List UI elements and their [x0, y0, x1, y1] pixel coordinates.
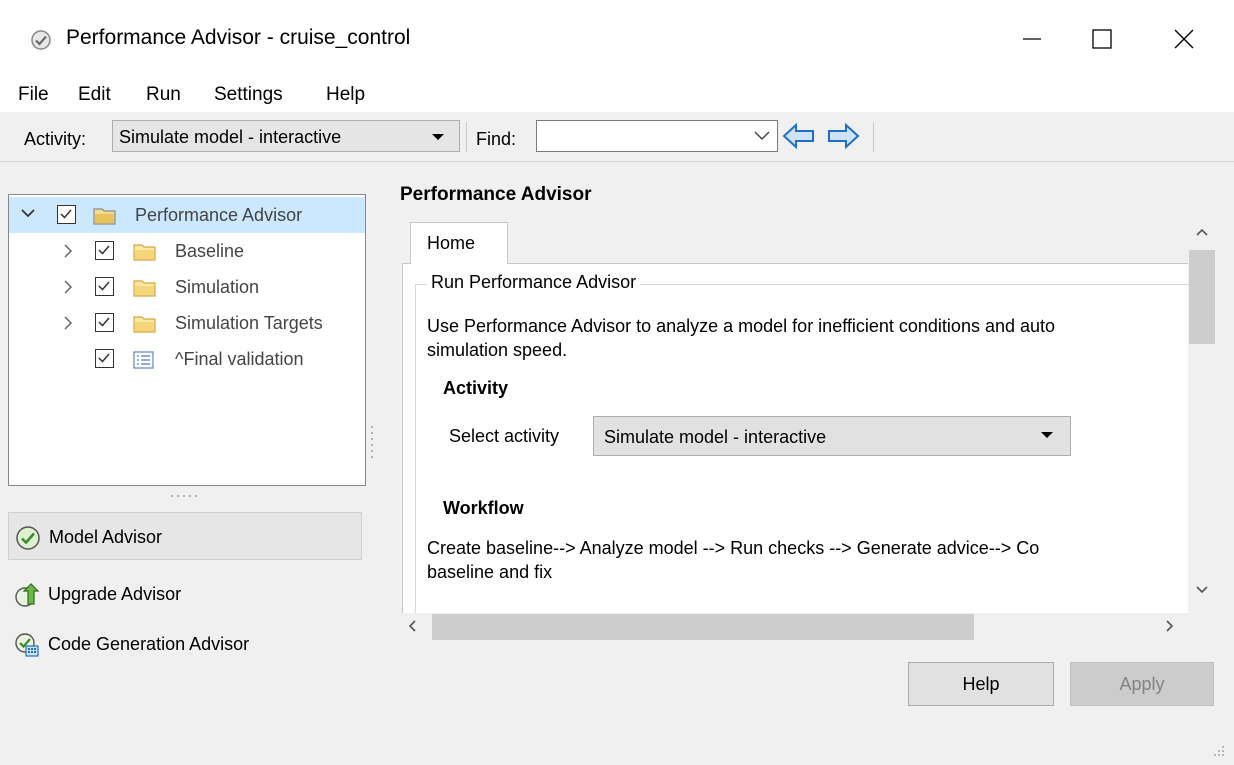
- chevron-down-icon[interactable]: [21, 208, 35, 218]
- toolbar: Activity: Simulate model - interactive F…: [0, 112, 1234, 162]
- find-input[interactable]: [536, 120, 778, 152]
- window-title: Performance Advisor - cruise_control: [66, 26, 411, 49]
- dropdown-arrow-icon: [1040, 431, 1054, 439]
- tab-label: Home: [427, 233, 476, 253]
- content-pane: Run Performance Advisor Use Performance …: [402, 263, 1188, 613]
- menu-bar: File Edit Run Settings Help: [0, 80, 1234, 112]
- activity-heading: Activity: [443, 378, 509, 398]
- checkbox-checked[interactable]: [95, 313, 114, 332]
- chevron-down-icon[interactable]: [1196, 586, 1208, 594]
- vertical-scroll-thumb[interactable]: [1189, 250, 1215, 344]
- maximize-icon: [1092, 29, 1112, 49]
- menu-help[interactable]: Help: [326, 84, 365, 106]
- tree-item-label: ^Final validation: [175, 349, 304, 369]
- activity-dropdown[interactable]: Simulate model - interactive: [112, 120, 460, 152]
- tree-item-label: Simulation Targets: [175, 313, 323, 333]
- check-icon: [98, 353, 110, 363]
- page-title: Performance Advisor: [400, 184, 592, 205]
- intro-line: Use Performance Advisor to analyze a mod…: [427, 316, 1056, 336]
- workflow-heading: Workflow: [443, 498, 524, 518]
- workflow-line: Create baseline--> Analyze model --> Run…: [427, 538, 1040, 558]
- find-label: Find:: [476, 129, 517, 149]
- chevron-down-icon[interactable]: [754, 131, 770, 141]
- check-icon: [98, 245, 110, 255]
- code-gen-advisor-icon: [14, 632, 40, 658]
- advisor-label: Model Advisor: [49, 527, 163, 547]
- tree-item-label: Performance Advisor: [135, 205, 303, 225]
- menu-edit[interactable]: Edit: [78, 84, 111, 106]
- tree-item-simulation-targets[interactable]: Simulation Targets: [9, 305, 365, 341]
- code-generation-advisor-item[interactable]: Code Generation Advisor: [8, 620, 362, 668]
- workflow-line: baseline and fix: [427, 562, 553, 582]
- folder-icon: [93, 206, 117, 226]
- model-advisor-icon: [15, 525, 41, 551]
- advisor-label: Code Generation Advisor: [48, 634, 250, 654]
- folder-icon: [133, 278, 157, 298]
- chevron-right-icon[interactable]: [63, 244, 73, 258]
- task-list-icon: [133, 350, 155, 370]
- chevron-left-icon[interactable]: [408, 620, 416, 632]
- select-activity-label: Select activity: [449, 426, 560, 446]
- menu-file[interactable]: File: [18, 84, 49, 106]
- chevron-right-icon[interactable]: [63, 280, 73, 294]
- arrow-right-icon[interactable]: [826, 122, 860, 150]
- maximize-button[interactable]: [1074, 18, 1130, 60]
- folder-icon: [133, 242, 157, 262]
- dropdown-arrow-icon: [431, 133, 445, 141]
- close-icon: [1174, 29, 1194, 49]
- tree-item-label: Baseline: [175, 241, 245, 261]
- close-button[interactable]: [1156, 18, 1212, 60]
- tab-home[interactable]: Home: [410, 222, 508, 264]
- workflow-text: Create baseline--> Analyze model --> Run…: [427, 536, 1188, 584]
- intro-text: Use Performance Advisor to analyze a mod…: [427, 314, 1188, 362]
- check-icon: [60, 209, 72, 219]
- minimize-button[interactable]: [1004, 18, 1060, 60]
- minimize-icon: [1023, 38, 1041, 40]
- checkbox-checked[interactable]: [95, 277, 114, 296]
- help-button[interactable]: Help: [908, 662, 1054, 706]
- check-icon: [98, 281, 110, 291]
- folder-icon: [133, 314, 157, 334]
- upgrade-advisor-item[interactable]: Upgrade Advisor: [8, 570, 362, 618]
- intro-line: simulation speed.: [427, 340, 568, 360]
- title-bar: Performance Advisor - cruise_control: [0, 0, 1234, 80]
- model-advisor-item[interactable]: Model Advisor: [8, 512, 362, 560]
- horizontal-splitter-handle[interactable]: [170, 494, 202, 498]
- advisor-tree[interactable]: Performance Advisor Baseline Simulation: [8, 194, 366, 486]
- tree-item-performance-advisor[interactable]: Performance Advisor: [9, 197, 365, 233]
- select-activity-value: Simulate model - interactive: [604, 427, 827, 447]
- select-activity-dropdown[interactable]: Simulate model - interactive: [593, 416, 1071, 456]
- activity-label: Activity:: [24, 129, 87, 149]
- menu-run[interactable]: Run: [146, 84, 181, 106]
- chevron-right-icon[interactable]: [63, 316, 73, 330]
- checkbox-checked[interactable]: [57, 205, 76, 224]
- arrow-left-icon[interactable]: [782, 122, 816, 150]
- advisor-label: Upgrade Advisor: [48, 584, 182, 604]
- vertical-splitter-handle[interactable]: [370, 425, 374, 463]
- checkbox-checked[interactable]: [95, 349, 114, 368]
- check-circle-icon: [30, 29, 52, 51]
- horizontal-scrollbar[interactable]: [402, 613, 1188, 641]
- menu-settings[interactable]: Settings: [214, 84, 283, 106]
- toolbar-separator: [873, 122, 874, 152]
- group-title: Run Performance Advisor: [427, 272, 641, 293]
- horizontal-scroll-thumb[interactable]: [432, 614, 974, 640]
- resize-grip-icon[interactable]: [1212, 744, 1226, 758]
- activity-dropdown-value: Simulate model - interactive: [119, 127, 342, 147]
- tree-item-label: Simulation: [175, 277, 260, 297]
- toolbar-separator: [466, 122, 467, 152]
- chevron-right-icon[interactable]: [1166, 620, 1174, 632]
- chevron-up-icon[interactable]: [1196, 228, 1208, 236]
- check-icon: [98, 317, 110, 327]
- tree-item-final-validation[interactable]: ^Final validation: [9, 341, 365, 377]
- vertical-scrollbar[interactable]: [1188, 222, 1216, 613]
- apply-button[interactable]: Apply: [1070, 662, 1214, 706]
- checkbox-checked[interactable]: [95, 241, 114, 260]
- upgrade-advisor-icon: [14, 582, 40, 608]
- tree-item-simulation[interactable]: Simulation: [9, 269, 365, 305]
- tree-item-baseline[interactable]: Baseline: [9, 233, 365, 269]
